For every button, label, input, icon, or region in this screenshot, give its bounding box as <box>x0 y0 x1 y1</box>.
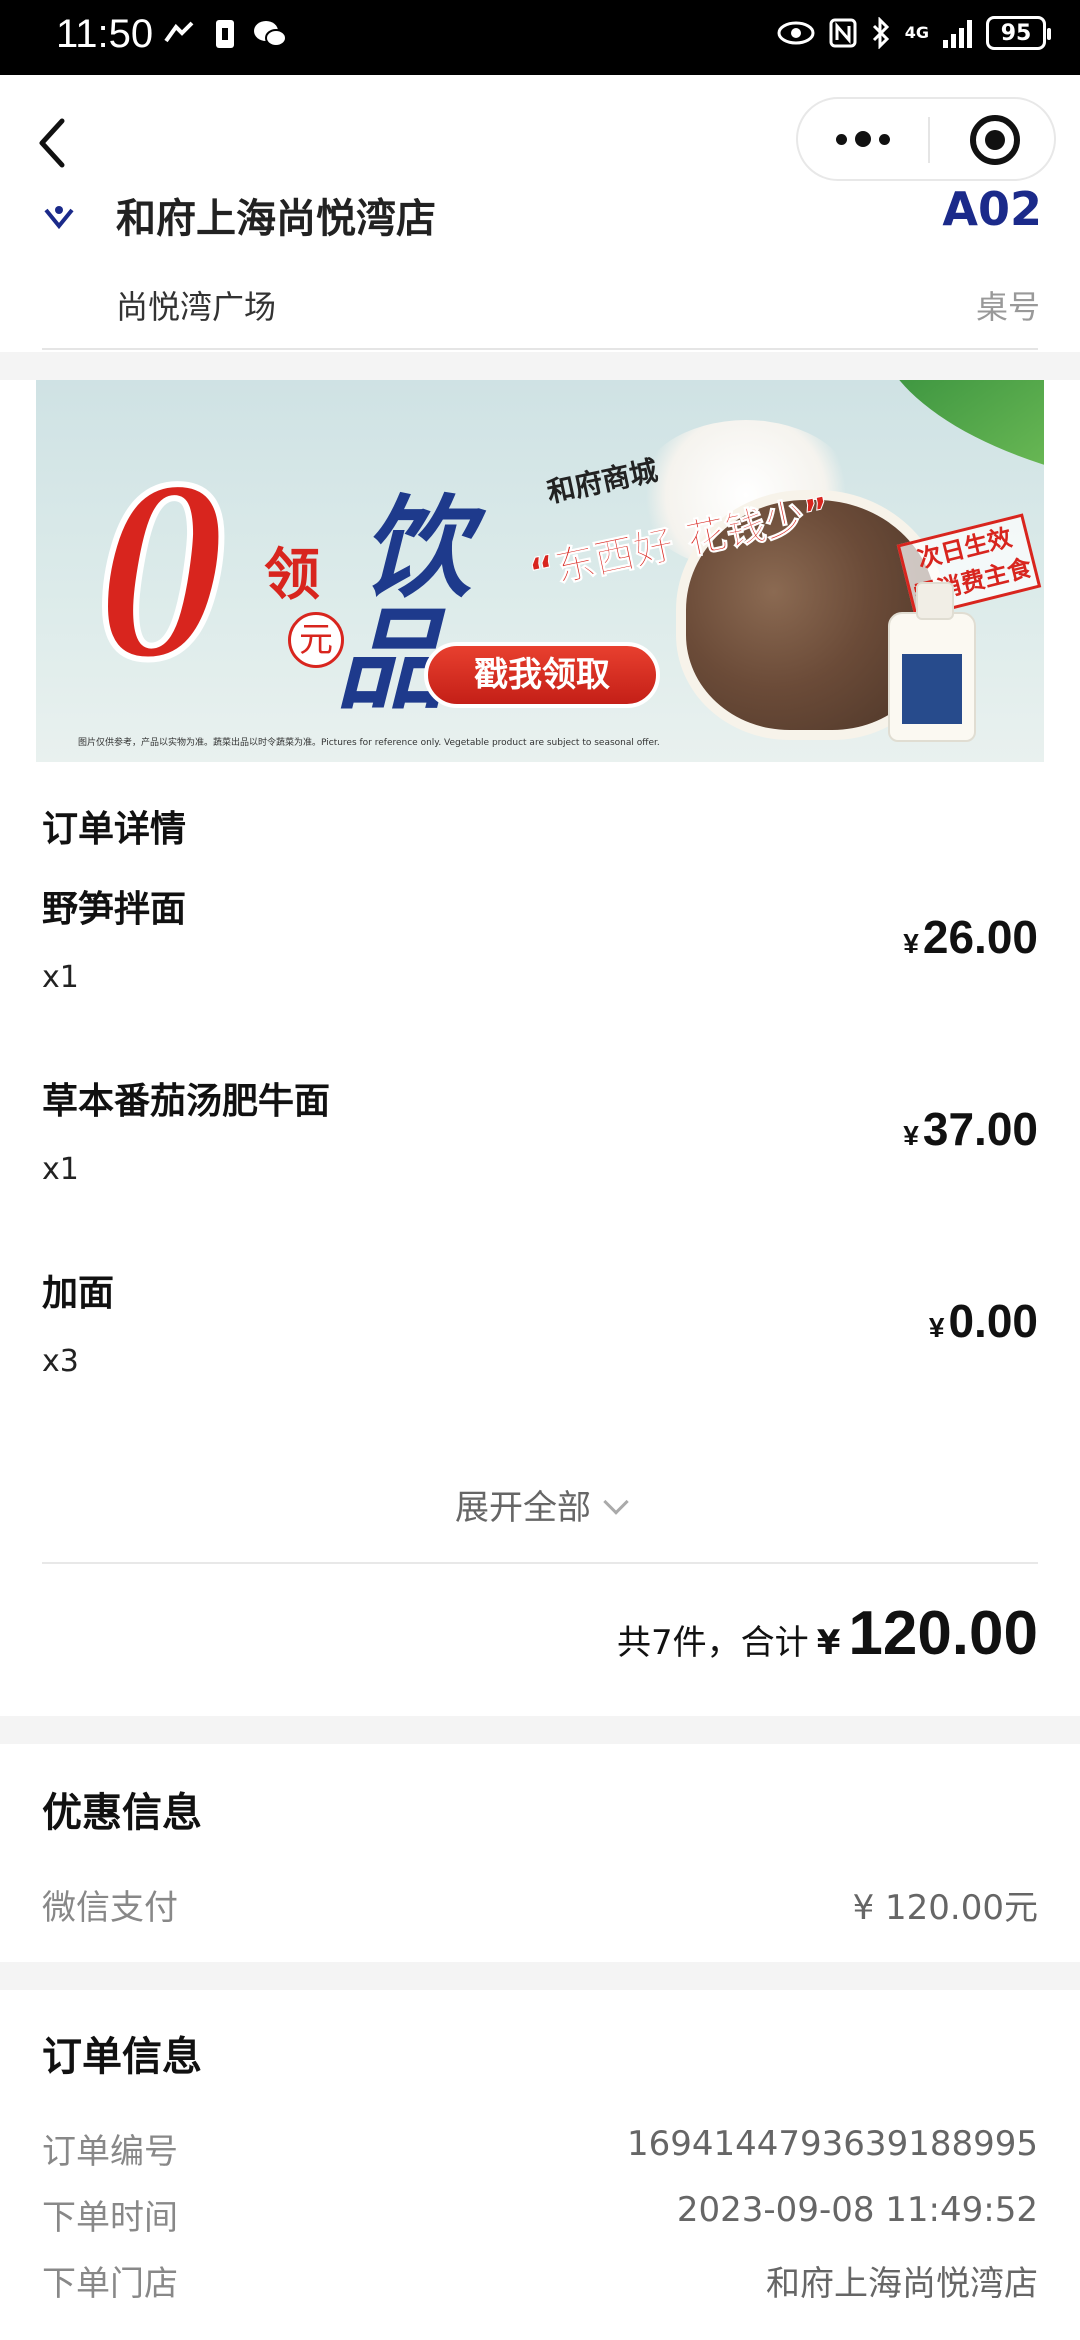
order-info-row: 订单编号 1694144793639188995 <box>42 2124 1038 2174</box>
signal-icon <box>164 21 194 43</box>
order-item: 加面 x3 ¥0.00 <box>42 1264 1038 1434</box>
expand-all-label: 展开全部 <box>455 1488 591 1528</box>
signal-bars-icon <box>943 18 972 48</box>
currency-symbol: ¥ <box>903 928 919 959</box>
promo-pin: 品 <box>336 596 446 724</box>
item-price-value: 0.00 <box>948 1295 1038 1347</box>
divider <box>42 1562 1038 1564</box>
status-bar: 11:50 4G 95 <box>0 0 1080 75</box>
order-total: 共7件，合计 ¥ 120.00 <box>617 1598 1038 1669</box>
item-qty: x1 <box>42 960 79 995</box>
table-number: A02 <box>942 190 1042 236</box>
item-price: ¥37.00 <box>903 1102 1038 1156</box>
promo-zero: 0 <box>93 426 229 714</box>
order-info-row: 下单时间 2023-09-08 11:49:52 <box>42 2190 1038 2240</box>
section-gap <box>0 1716 1080 1744</box>
location-icon <box>44 206 74 230</box>
table-label: 桌号 <box>975 288 1040 326</box>
order-store-value: 和府上海尚悦湾店 <box>766 2264 1038 2304</box>
network-label: 4G <box>904 23 929 42</box>
divider <box>42 348 1038 350</box>
status-left-icons <box>162 18 288 50</box>
sim-icon <box>216 20 234 48</box>
total-amount: 120.00 <box>848 1599 1038 1668</box>
item-price: ¥0.00 <box>929 1294 1038 1348</box>
leaf-decoration <box>857 380 1044 482</box>
total-label: 共7件，合计 <box>617 1623 809 1663</box>
item-price-value: 37.00 <box>922 1103 1038 1155</box>
discount-value: ¥ 120.00元 <box>852 1888 1038 1928</box>
expand-all-button[interactable]: 展开全部 <box>0 1480 1080 1529</box>
status-right-icons: 4G 95 <box>777 16 1051 50</box>
item-name: 野笋拌面 <box>42 889 187 930</box>
item-name: 草本番茄汤肥牛面 <box>42 1081 331 1122</box>
order-number-value: 1694144793639188995 <box>626 2124 1038 2164</box>
store-name: 和府上海尚悦湾店 <box>116 196 436 242</box>
claim-button[interactable]: 戳我领取 <box>424 642 660 708</box>
battery-level: 95 <box>1000 20 1032 46</box>
item-price-value: 26.00 <box>922 911 1038 963</box>
promo-banner[interactable]: 0 领 元 饮 品 和府商城 “东西好 花钱少” 戳我领取 次日生效 需消费主食… <box>36 380 1044 762</box>
section-gap <box>0 1962 1080 1990</box>
discount-label: 微信支付 <box>42 1888 178 1928</box>
order-time-label: 下单时间 <box>42 2198 178 2238</box>
more-button[interactable] <box>798 99 928 179</box>
order-store-label: 下单门店 <box>42 2264 178 2304</box>
chevron-down-icon <box>603 1489 629 1515</box>
back-button[interactable] <box>32 115 82 175</box>
order-info-row: 下单门店 和府上海尚悦湾店 <box>42 2256 1038 2306</box>
status-time: 11:50 <box>56 12 154 56</box>
mini-program-capsule <box>796 97 1056 181</box>
bottle-image <box>888 582 976 742</box>
item-qty: x3 <box>42 1344 79 1379</box>
more-dots-icon <box>836 133 847 145</box>
battery-icon: 95 <box>986 16 1051 50</box>
discount-title: 优惠信息 <box>42 1790 202 1836</box>
order-info-title: 订单信息 <box>42 2034 202 2080</box>
order-time-value: 2023-09-08 11:49:52 <box>676 2190 1038 2230</box>
currency-symbol: ¥ <box>928 1312 945 1343</box>
currency-symbol: ¥ <box>903 1120 919 1151</box>
section-gap <box>0 352 1080 380</box>
bluetooth-icon <box>872 17 889 49</box>
close-button[interactable] <box>970 115 1020 165</box>
currency-symbol: ¥ <box>816 1623 841 1663</box>
store-location: 尚悦湾广场 <box>116 288 277 326</box>
item-price: ¥26.00 <box>903 910 1038 964</box>
chevron-left-icon <box>39 118 65 168</box>
promo-disclaimer: 图片仅供参考，产品以实物为准。蔬菜出品以时令蔬菜为准。Pictures for … <box>78 738 660 748</box>
nfc-icon <box>829 18 857 48</box>
order-item: 草本番茄汤肥牛面 x1 ¥37.00 <box>42 1072 1038 1242</box>
promo-ling: 领 <box>264 543 320 608</box>
network-type: 4G <box>905 25 929 41</box>
order-details-title: 订单详情 <box>42 809 187 850</box>
store-header: 和府上海尚悦湾店 A02 尚悦湾广场 桌号 <box>0 190 1080 350</box>
discount-row: 微信支付 ¥ 120.00元 <box>42 1880 1038 1930</box>
order-item: 野笋拌面 x1 ¥26.00 <box>42 880 1038 1050</box>
item-name: 加面 <box>42 1273 115 1314</box>
order-number-label: 订单编号 <box>42 2132 178 2172</box>
item-qty: x1 <box>42 1152 79 1187</box>
eye-icon <box>777 21 815 45</box>
nav-bar <box>0 75 1080 190</box>
wechat-icon <box>254 21 287 47</box>
capsule-divider <box>928 117 930 163</box>
